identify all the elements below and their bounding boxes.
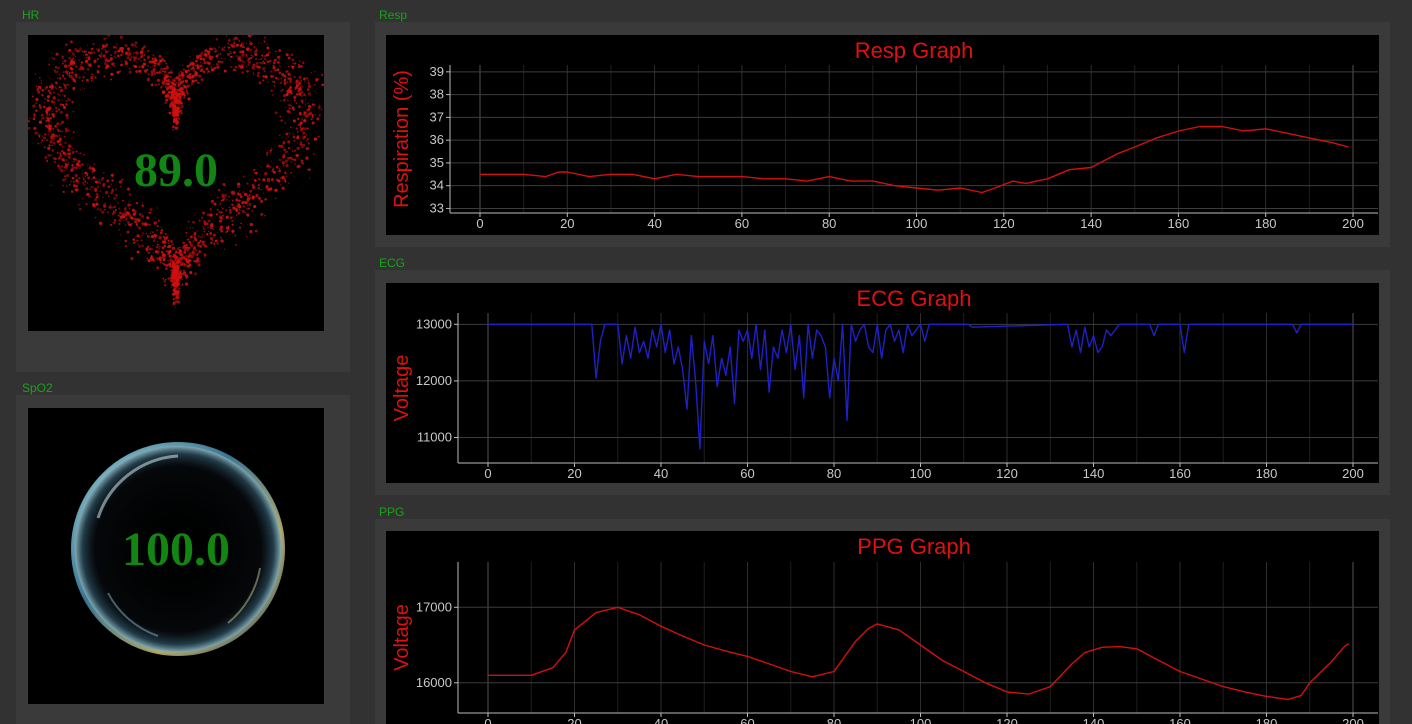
resp-y-tick-label: 35 (430, 155, 444, 170)
ppg-x-tick-label: 160 (1169, 716, 1191, 724)
ecg-x-tick-label: 160 (1169, 466, 1191, 481)
resp-x-tick-label: 120 (993, 216, 1015, 231)
ecg-grid (458, 313, 1378, 463)
ppg-x-tick-label: 180 (1256, 716, 1278, 724)
ppg-chart-title: PPG Graph (857, 534, 971, 559)
ecg-x-tick-label: 20 (567, 466, 581, 481)
ecg-x-tick-label: 40 (654, 466, 668, 481)
resp-x-tick-label: 180 (1255, 216, 1277, 231)
ecg-group-label: ECG (379, 256, 406, 270)
ecg-y-tick-label: 12000 (416, 373, 452, 388)
ppg-x-tick-label: 140 (1083, 716, 1105, 724)
ppg-x-tick-label: 0 (484, 716, 491, 724)
resp-group-label: Resp (379, 8, 408, 22)
resp-x-tick-label: 60 (735, 216, 749, 231)
hr-value: 89.0 (134, 144, 218, 197)
ppg-x-tick-label: 100 (910, 716, 932, 724)
resp-x-tick-label: 140 (1080, 216, 1102, 231)
ecg-chart: 0 20 40 60 80 100 120 140 160 180 200 11000 12000 130… (386, 283, 1379, 483)
ppg-x-tick-label: 60 (740, 716, 754, 724)
resp-x-tick-label: 200 (1342, 216, 1364, 231)
ecg-x-tick-label: 80 (827, 466, 841, 481)
ecg-x-tick-label: 100 (910, 466, 932, 481)
resp-y-axis-label: Respiration (%) (391, 70, 413, 208)
ppg-x-tick-label: 40 (654, 716, 668, 724)
ecg-x-tick-label: 180 (1256, 466, 1278, 481)
resp-chart-title: Resp Graph (855, 38, 974, 63)
ecg-y-tick-label: 13000 (416, 316, 452, 331)
ppg-x-tick-label: 200 (1342, 716, 1364, 724)
ppg-x-tick-label: 120 (996, 716, 1018, 724)
ecg-x-tick-label: 200 (1342, 466, 1364, 481)
ppg-chart: 0 20 40 60 80 100 120 140 160 180 200 16000 17000 PPG… (386, 531, 1379, 724)
resp-x-tick-label: 20 (560, 216, 574, 231)
resp-y-tick-label: 34 (430, 178, 444, 193)
resp-x-tick-label: 100 (906, 216, 928, 231)
resp-y-tick-label: 36 (430, 132, 444, 147)
ecg-chart-title: ECG Graph (857, 286, 972, 311)
ppg-group-label: PPG (379, 505, 405, 519)
resp-x-tick-label: 80 (822, 216, 836, 231)
ppg-y-axis-label: Voltage (391, 604, 413, 671)
ppg-x-tick-label: 20 (567, 716, 581, 724)
resp-y-tick-label: 38 (430, 87, 444, 102)
resp-chart-svg: 0 20 40 60 80 100 120 140 160 180 200 33 34 35 36 37 38 3… (391, 38, 1378, 231)
ecg-y-axis-label: Voltage (391, 355, 413, 422)
resp-chart: 0 20 40 60 80 100 120 140 160 180 200 33 34 35 36 37 38 3… (386, 35, 1379, 235)
resp-y-tick-label: 39 (430, 64, 444, 79)
ecg-x-tick-label: 60 (740, 466, 754, 481)
resp-x-tick-label: 160 (1168, 216, 1190, 231)
ppg-y-tick-label: 17000 (416, 599, 452, 614)
spo2-value: 100.0 (122, 523, 230, 576)
ppg-y-tick-label: 16000 (416, 675, 452, 690)
ecg-x-tick-label: 140 (1083, 466, 1105, 481)
spo2-group-label: SpO2 (22, 381, 53, 395)
resp-series-line (480, 125, 1349, 194)
ecg-y-tick-label: 11000 (417, 430, 452, 445)
spo2-display: 100.0 (28, 408, 324, 704)
resp-y-tick-label: 37 (430, 109, 444, 124)
resp-y-tick-label: 33 (430, 200, 444, 215)
resp-grid (450, 65, 1378, 213)
ppg-x-tick-label: 80 (827, 716, 841, 724)
ppg-chart-svg: 0 20 40 60 80 100 120 140 160 180 200 16000 17000 PPG… (391, 534, 1378, 724)
ppg-series-line (488, 606, 1350, 701)
ecg-chart-svg: 0 20 40 60 80 100 120 140 160 180 200 11000 12000 130… (391, 286, 1378, 481)
resp-x-tick-label: 40 (647, 216, 661, 231)
resp-x-tick-label: 0 (476, 216, 483, 231)
ecg-x-tick-label: 120 (996, 466, 1018, 481)
hr-display: 89.0 (28, 35, 324, 331)
ecg-x-tick-label: 0 (484, 466, 491, 481)
hr-group-label: HR (22, 8, 40, 22)
